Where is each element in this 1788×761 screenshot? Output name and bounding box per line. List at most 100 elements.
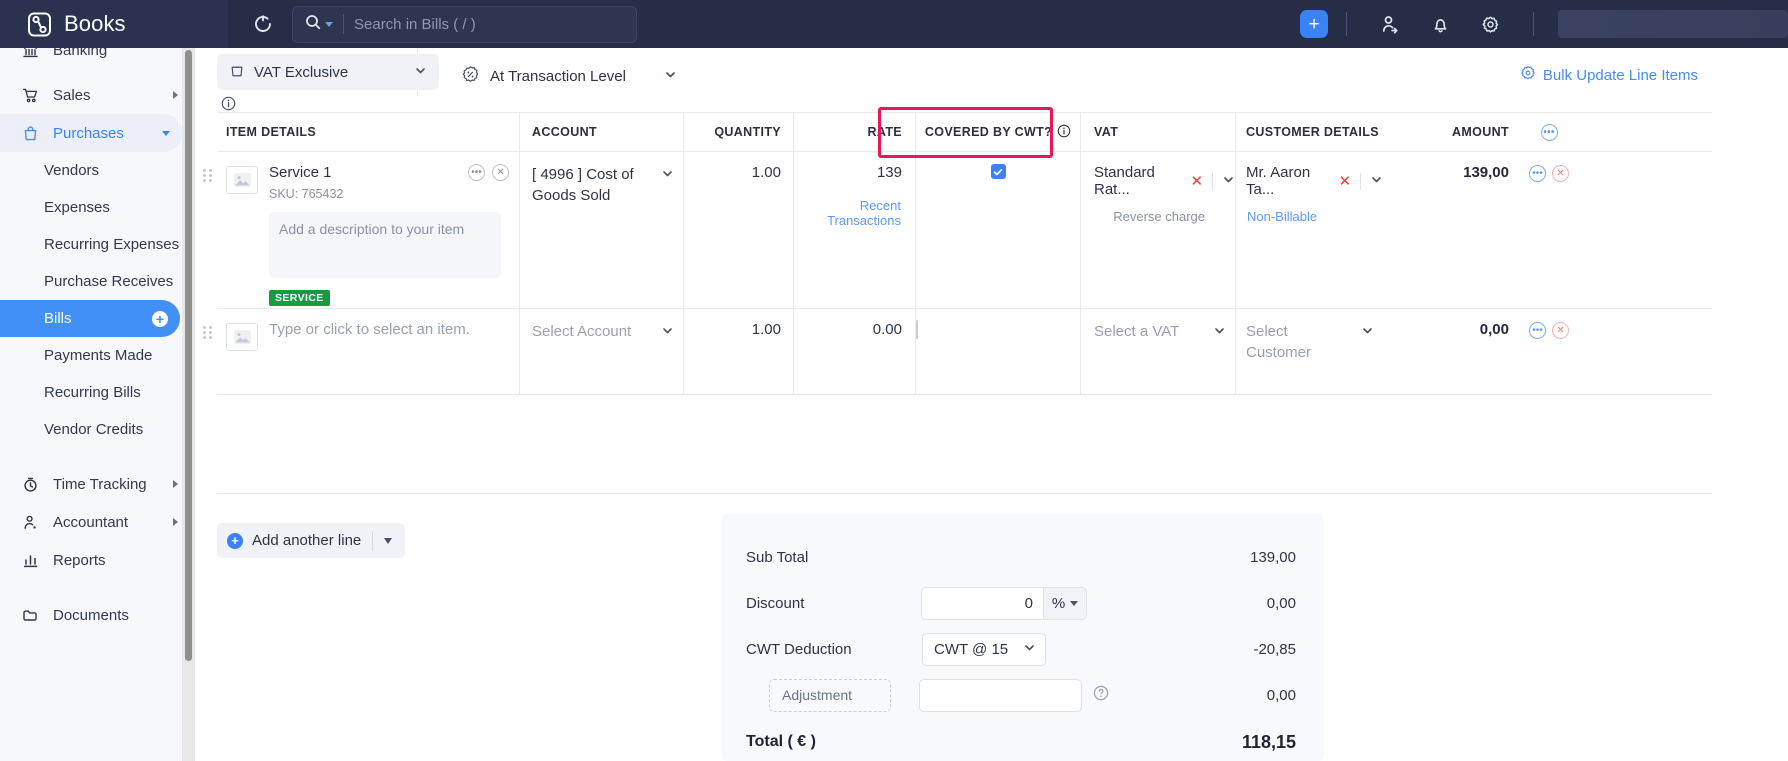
adjustment-value-input[interactable] bbox=[919, 679, 1082, 712]
sidebar-item-purchase-receives[interactable]: Purchase Receives bbox=[0, 263, 190, 300]
cwt-option-dropdown[interactable]: CWT @ 15 bbox=[922, 633, 1046, 666]
cell-covered-by-cwt[interactable] bbox=[915, 152, 1080, 308]
sidebar-item-label: Purchases bbox=[53, 125, 124, 142]
cell-quantity[interactable]: 1.00 bbox=[683, 152, 793, 308]
sidebar-item-recurring-expenses[interactable]: Recurring Expenses bbox=[0, 226, 190, 263]
covered-by-cwt-checkbox[interactable] bbox=[916, 320, 918, 339]
cell-quantity[interactable]: 1.00 bbox=[683, 309, 793, 394]
search-scope-selector[interactable] bbox=[305, 14, 333, 35]
folder-icon bbox=[21, 606, 39, 624]
add-another-line-button[interactable]: + Add another line bbox=[217, 523, 405, 558]
sidebar-nav: Banking Sales Purchases Vendors Expenses bbox=[0, 33, 190, 761]
item-name-input[interactable]: Type or click to select an item. bbox=[269, 321, 470, 338]
vat-mode-dropdown[interactable]: VAT Exclusive bbox=[217, 54, 439, 90]
sidebar-item-time-tracking[interactable]: Time Tracking bbox=[0, 465, 190, 503]
sidebar-item-recurring-bills[interactable]: Recurring Bills bbox=[0, 374, 190, 411]
sidebar-item-accountant[interactable]: Accountant bbox=[0, 503, 190, 541]
cell-covered-by-cwt[interactable] bbox=[915, 309, 1080, 394]
item-remove-icon[interactable]: ✕ bbox=[492, 164, 509, 181]
col-header-quantity: QUANTITY bbox=[683, 112, 793, 152]
col-header-customer-details: CUSTOMER DETAILS bbox=[1235, 112, 1383, 152]
tax-level-dropdown[interactable]: At Transaction Level bbox=[461, 65, 677, 88]
cell-customer-details[interactable]: Mr. Aaron Ta... ✕ Non-Billable bbox=[1235, 152, 1383, 308]
chevron-down-icon[interactable] bbox=[661, 321, 683, 342]
table-options-icon[interactable]: ••• bbox=[1541, 124, 1558, 141]
settings-gear-icon[interactable] bbox=[1477, 11, 1503, 37]
chevron-down-icon[interactable] bbox=[661, 164, 683, 185]
rate-value: 0.00 bbox=[873, 321, 902, 338]
chevron-down-icon[interactable] bbox=[1222, 173, 1235, 190]
divider bbox=[217, 493, 1712, 494]
chevron-down-icon bbox=[162, 131, 170, 136]
cell-account[interactable]: [ 4996 ] Cost of Goods Sold bbox=[519, 152, 683, 308]
drag-handle-icon[interactable] bbox=[203, 169, 212, 182]
cell-rate[interactable]: 0.00 bbox=[793, 309, 915, 394]
refresh-icon[interactable] bbox=[250, 11, 276, 37]
recent-transactions-link[interactable]: Recent Transactions bbox=[794, 198, 902, 228]
quick-create-button[interactable]: + bbox=[1300, 10, 1328, 38]
rate-value: 139 bbox=[877, 164, 902, 181]
search-input[interactable] bbox=[354, 16, 624, 33]
sidebar-item-vendor-credits[interactable]: Vendor Credits bbox=[0, 411, 190, 448]
row-delete-icon[interactable]: ✕ bbox=[1552, 165, 1569, 182]
sidebar-item-sales[interactable]: Sales bbox=[0, 76, 190, 114]
sidebar-item-payments-made[interactable]: Payments Made bbox=[0, 337, 190, 374]
cell-vat[interactable]: Standard Rat... ✕ Reverse charge bbox=[1080, 152, 1235, 308]
drag-handle-icon[interactable] bbox=[203, 326, 212, 339]
sidebar-item-label: Reports bbox=[53, 552, 106, 569]
help-icon[interactable] bbox=[1093, 685, 1109, 706]
contacts-icon[interactable] bbox=[1377, 11, 1403, 37]
bulk-update-line-items-button[interactable]: Bulk Update Line Items bbox=[1520, 65, 1698, 85]
clear-customer-icon[interactable]: ✕ bbox=[1339, 172, 1352, 190]
sidebar-item-label: Payments Made bbox=[44, 347, 152, 364]
sidebar-item-documents[interactable]: Documents bbox=[0, 596, 190, 634]
row-more-options-icon[interactable]: ••• bbox=[1529, 322, 1546, 339]
sidebar-item-expenses[interactable]: Expenses bbox=[0, 189, 190, 226]
cell-rate[interactable]: 139 Recent Transactions bbox=[793, 152, 915, 308]
sidebar-item-reports[interactable]: Reports bbox=[0, 541, 190, 579]
adjustment-label-input[interactable]: Adjustment bbox=[769, 679, 891, 712]
account-value: [ 4996 ] Cost of Goods Sold bbox=[532, 164, 655, 206]
discount-unit-dropdown[interactable]: % bbox=[1043, 587, 1087, 620]
divider bbox=[1212, 173, 1213, 190]
sidebar-item-label: Vendors bbox=[44, 162, 99, 179]
sidebar-item-purchases[interactable]: Purchases bbox=[0, 114, 182, 152]
cell-account[interactable]: Select Account bbox=[519, 309, 683, 394]
discount-amount: 0,00 bbox=[1267, 595, 1296, 612]
cell-customer-details[interactable]: Select Customer bbox=[1235, 309, 1383, 394]
clear-vat-icon[interactable]: ✕ bbox=[1191, 172, 1204, 190]
cell-item-details[interactable]: Type or click to select an item. bbox=[217, 309, 519, 394]
item-more-options-icon[interactable]: ••• bbox=[468, 164, 485, 181]
item-name: Service 1 bbox=[269, 164, 332, 181]
brand-logo-area[interactable]: Books bbox=[0, 0, 228, 48]
add-bill-icon[interactable]: + bbox=[152, 311, 168, 327]
row-more-options-icon[interactable]: ••• bbox=[1529, 165, 1546, 182]
cart-icon bbox=[21, 86, 39, 104]
cwt-deduction-amount: -20,85 bbox=[1253, 641, 1296, 658]
divider bbox=[343, 14, 344, 34]
discount-row: Discount 0 % 0,00 bbox=[746, 580, 1296, 626]
cell-vat[interactable]: Select a VAT bbox=[1080, 309, 1235, 394]
sidebar-scrollbar[interactable] bbox=[185, 50, 192, 661]
chevron-down-icon[interactable] bbox=[384, 538, 392, 544]
chevron-down-icon[interactable] bbox=[1370, 173, 1383, 190]
table-row: Service 1 ••• ✕ SKU: 765432 Add a descri… bbox=[217, 152, 1712, 309]
cwt-deduction-row: CWT Deduction CWT @ 15 -20,85 bbox=[746, 626, 1296, 672]
sidebar-item-vendors[interactable]: Vendors bbox=[0, 152, 190, 189]
chevron-down-icon[interactable] bbox=[1361, 321, 1383, 342]
cell-item-details[interactable]: Service 1 ••• ✕ SKU: 765432 Add a descri… bbox=[217, 152, 519, 308]
notifications-bell-icon[interactable] bbox=[1427, 11, 1453, 37]
tax-level-value: At Transaction Level bbox=[490, 68, 626, 85]
cwt-control: CWT @ 15 bbox=[922, 633, 1046, 666]
chevron-down-icon[interactable] bbox=[1213, 321, 1235, 342]
search-box[interactable] bbox=[292, 6, 637, 43]
covered-by-cwt-checkbox[interactable] bbox=[991, 164, 1006, 179]
organization-selector[interactable] bbox=[1558, 10, 1788, 38]
info-icon[interactable] bbox=[1057, 124, 1071, 141]
customer-placeholder: Select Customer bbox=[1246, 321, 1355, 363]
item-description-input[interactable]: Add a description to your item bbox=[269, 212, 501, 278]
discount-input[interactable]: 0 bbox=[921, 587, 1043, 620]
billable-status-link[interactable]: Non-Billable bbox=[1246, 209, 1383, 224]
sidebar-item-bills[interactable]: Bills + bbox=[0, 300, 180, 337]
row-delete-icon[interactable]: ✕ bbox=[1552, 322, 1569, 339]
